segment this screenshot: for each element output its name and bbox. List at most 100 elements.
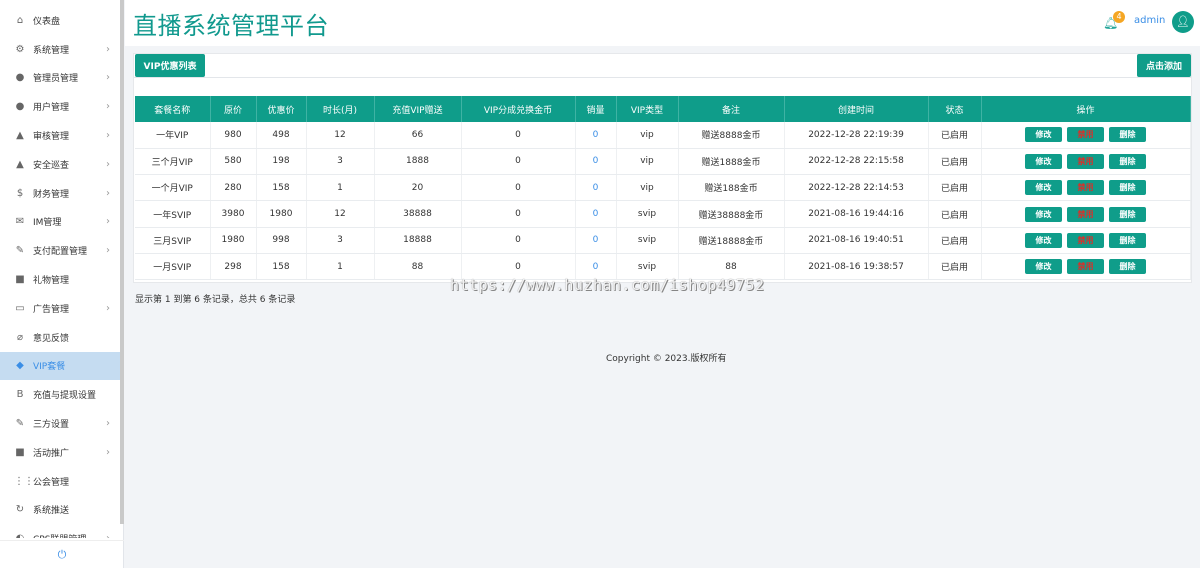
table-cell[interactable]: 0 [575, 122, 617, 149]
table-cell: vip [616, 148, 679, 176]
table-cell[interactable]: 0 [575, 174, 617, 202]
sidebar-item-5[interactable]: ▲ 安全巡查 › [0, 150, 120, 179]
sidebar-item-15[interactable]: ■ 活动推广 › [0, 438, 120, 467]
disable-button[interactable]: 禁用 [1067, 206, 1104, 222]
delete-button[interactable]: 删除 [1109, 153, 1146, 169]
sidebar-scrollbar[interactable] [120, 0, 124, 524]
sidebar-item-label: VIP套餐 [33, 362, 66, 373]
table-cell: 2021-08-16 19:40:51 [784, 227, 929, 254]
sidebar-item-0[interactable]: ⌂ 仪表盘 [0, 6, 120, 35]
column-header: VIP类型 [616, 96, 679, 122]
table-cell[interactable]: 0 [575, 200, 617, 228]
power-icon[interactable]: ⏻ [0, 540, 124, 568]
actions-cell: 修改 禁用 删除 [981, 148, 1191, 176]
table-cell: 498 [256, 122, 307, 149]
sidebar-item-6[interactable]: $ 财务管理 › [0, 179, 120, 208]
chevron-right-icon: › [106, 72, 110, 84]
sidebar-item-10[interactable]: ▭ 广告管理 › [0, 294, 120, 323]
delete-button[interactable]: 删除 [1109, 180, 1146, 196]
vip-table: 套餐名称 原价 优惠价 时长(月) 充值VIP赠送 VIP分成兑换金币 销量 VIP类型 备注创… [135, 96, 1191, 281]
avatar[interactable]: 👤︎ [1172, 11, 1194, 33]
delete-button[interactable]: 删除 [1109, 232, 1146, 248]
edit-button[interactable]: 修改 [1025, 153, 1062, 169]
sidebar-item-9[interactable]: ■ 礼物管理 [0, 265, 120, 294]
add-button[interactable]: 点击添加 [1137, 54, 1191, 77]
table-cell: vip [616, 174, 679, 202]
sidebar-item-12[interactable]: ◆ VIP套餐 [0, 351, 120, 381]
user-icon: ● [15, 72, 25, 84]
table-cell: 0 [461, 200, 576, 228]
chevron-right-icon: › [106, 302, 110, 314]
edit-button[interactable]: 修改 [1025, 259, 1062, 275]
delete-button[interactable]: 删除 [1109, 206, 1146, 222]
column-header: VIP分成兑换金币 [461, 96, 576, 122]
table-cell: 12 [306, 200, 375, 228]
table-cell: svip [616, 227, 679, 254]
chevron-right-icon: › [106, 43, 110, 55]
edit-button[interactable]: 修改 [1025, 180, 1062, 196]
disable-button[interactable]: 禁用 [1067, 153, 1104, 169]
sidebar-item-label: 系统推送 [33, 506, 70, 517]
disable-button[interactable]: 禁用 [1067, 180, 1104, 196]
sidebar-item-7[interactable]: ✉ IM管理 › [0, 208, 120, 237]
table-cell[interactable]: 0 [575, 148, 617, 176]
sidebar-item-8[interactable]: ✎ 支付配置管理 › [0, 236, 120, 265]
column-header: 备注 [678, 96, 785, 122]
user-icon: ● [15, 101, 25, 113]
table-cell: 66 [374, 122, 462, 149]
sidebar-item-3[interactable]: ● 用户管理 › [0, 92, 120, 121]
table-cell: 18888 [374, 227, 462, 254]
column-header: 销量 [575, 96, 617, 122]
dollar-icon: $ [16, 187, 24, 199]
edit-button[interactable]: 修改 [1025, 127, 1062, 143]
table-cell: 已启用 [928, 227, 982, 254]
sidebar-item-2[interactable]: ● 管理员管理 › [0, 64, 120, 93]
sidebar-menu: ⌂ 仪表盘 ⚙ 系统管理 › ● 管理员管理 › ● 用户管理 › ▲ 审核管理 › ▲ 安全巡查 › $ 财务管理… [0, 6, 120, 538]
table-cell: 2021-08-16 19:44:16 [784, 200, 929, 228]
edit-button[interactable]: 修改 [1025, 232, 1062, 248]
table-cell: 一月SVIP [135, 253, 211, 281]
actions-cell: 修改 禁用 删除 [981, 200, 1191, 228]
table-cell: 一年SVIP [135, 200, 211, 228]
table-cell: 0 [461, 227, 576, 254]
disable-button[interactable]: 禁用 [1067, 232, 1104, 248]
bitcoin-icon: B [16, 389, 24, 401]
chevron-right-icon: › [106, 418, 110, 430]
sidebar-item-1[interactable]: ⚙ 系统管理 › [0, 35, 120, 64]
disable-button[interactable]: 禁用 [1067, 259, 1104, 275]
table-cell: vip [616, 122, 679, 149]
table-cell: svip [616, 200, 679, 228]
delete-button[interactable]: 删除 [1109, 127, 1146, 143]
column-header: 状态 [928, 96, 982, 122]
sidebar-item-14[interactable]: ✎ 三方设置 › [0, 409, 120, 438]
table-body: 一年VIP 980 498 12 66 0 0 vip 赠送8888金币 2022-12-28 2… [135, 122, 1191, 281]
edit-button[interactable]: 修改 [1025, 206, 1062, 222]
tab-vip-list[interactable]: VIP优惠列表 [135, 54, 205, 77]
sidebar-item-18[interactable]: ◐CPS联盟管理› [0, 524, 120, 538]
sidebar-item-11[interactable]: ⌀ 意见反馈 [0, 323, 120, 352]
column-header: 套餐名称 [135, 96, 211, 122]
table-cell: 198 [256, 148, 307, 176]
table-cell: 0 [461, 148, 576, 176]
table-cell: 3980 [210, 200, 257, 228]
sidebar-item-17[interactable]: ↻ 系统推送 [0, 496, 120, 525]
table-cell: 2021-08-16 19:38:57 [784, 253, 929, 281]
table-cell: 0 [461, 122, 576, 149]
user-name[interactable]: admin [1134, 15, 1165, 26]
table-cell[interactable]: 0 [575, 227, 617, 254]
chevron-right-icon: › [106, 446, 110, 458]
chevron-right-icon: › [106, 216, 110, 228]
column-header: 创建时间 [784, 96, 929, 122]
chevron-right-icon: › [106, 245, 110, 257]
disable-button[interactable]: 禁用 [1067, 127, 1104, 143]
table-cell: 3 [306, 148, 375, 176]
delete-button[interactable]: 删除 [1109, 259, 1146, 275]
sidebar-item-16[interactable]: ⋮⋮ 公会管理 [0, 467, 120, 496]
sidebar-item-13[interactable]: B 充值与提现设置 [0, 380, 120, 409]
table-cell: 980 [210, 122, 257, 149]
sidebar-item-4[interactable]: ▲ 审核管理 › [0, 121, 120, 150]
sidebar-item-label: 充值与提现设置 [33, 391, 97, 402]
notification-badge[interactable]: 4 [1113, 11, 1125, 23]
table-cell: 1888 [374, 148, 462, 176]
sidebar-item-label: 礼物管理 [33, 276, 70, 287]
